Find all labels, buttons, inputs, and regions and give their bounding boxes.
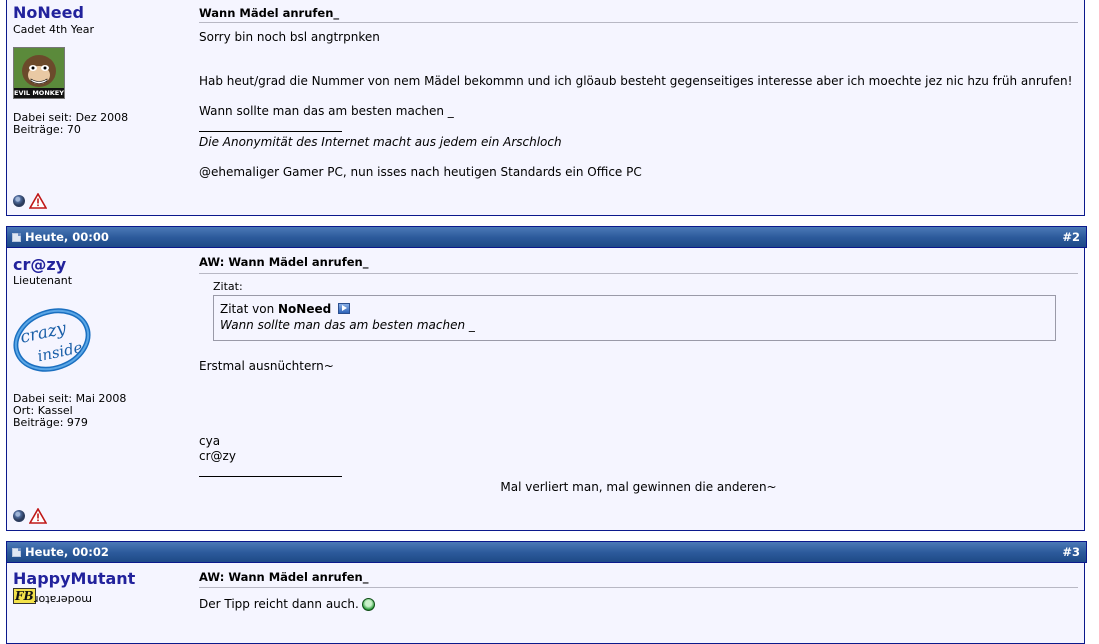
post-line-1: Der Tipp reicht dann auch. xyxy=(199,597,375,611)
post-line-3: cr@zy xyxy=(199,449,236,463)
user-rank: Cadet 4th Year xyxy=(13,23,95,36)
crazy-inside-avatar-icon: crazy inside xyxy=(9,297,93,381)
rank-badge: FB xyxy=(13,588,36,605)
post-date: Heute, 00:02 xyxy=(25,545,109,559)
quote-label: Zitat: xyxy=(213,280,243,293)
post-line-2: Hab heut/grad die Nummer von nem Mädel b… xyxy=(199,74,1073,88)
title-divider xyxy=(199,273,1078,274)
user-meta: Dabei seit: Dez 2008 Beiträge: 70 xyxy=(13,112,128,136)
post-count: Beiträge: 70 xyxy=(13,123,81,136)
post-title: AW: Wann Mädel anrufen_ xyxy=(199,570,369,584)
post-2-header: Heute, 00:00 #2 xyxy=(6,226,1087,248)
post-number-link[interactable]: #3 xyxy=(1062,545,1080,559)
post-doc-icon xyxy=(12,233,21,242)
post-1-userinfo: NoNeed Cadet 4th Year EVIL MONKEY Dabei … xyxy=(7,0,193,215)
quote-text: Wann sollte man das am besten machen _ xyxy=(220,318,475,332)
post-3-content: AW: Wann Mädel anrufen_ Der Tipp reicht … xyxy=(193,563,1084,643)
post-title: Wann Mädel anrufen_ xyxy=(199,6,340,20)
offline-status-icon xyxy=(13,510,25,522)
post-number-link[interactable]: #2 xyxy=(1062,230,1080,244)
fb-badge-icon: FB xyxy=(13,588,36,604)
post-line-2: cya xyxy=(199,434,221,448)
avatar-label: EVIL MONKEY xyxy=(14,89,64,97)
post-2-userinfo: cr@zy Lieutenant crazy inside Dabei seit… xyxy=(7,248,193,530)
post-3-userinfo: HappyMutant FB moderator xyxy=(7,563,193,643)
post-text: Der Tipp reicht dann auch. xyxy=(199,597,359,611)
signature-divider xyxy=(199,131,342,132)
avatar[interactable]: crazy inside xyxy=(9,297,93,381)
signature-line-1: Mal verliert man, mal gewinnen die ander… xyxy=(500,480,777,494)
quote-box: Zitat von NoNeed Wann sollte man das am … xyxy=(213,295,1056,341)
post-title: AW: Wann Mädel anrufen_ xyxy=(199,255,369,269)
username[interactable]: NoNeed xyxy=(13,3,84,22)
user-rank: moderator xyxy=(34,593,93,606)
post-count: Beiträge: 979 xyxy=(13,416,88,429)
post-3: HappyMutant FB moderator AW: Wann Mädel … xyxy=(6,563,1085,644)
post-2: cr@zy Lieutenant crazy inside Dabei seit… xyxy=(6,248,1085,531)
user-meta: Dabei seit: Mai 2008 Ort: Kassel Beiträg… xyxy=(13,393,126,429)
report-warning-icon[interactable] xyxy=(29,193,47,209)
signature-line-1: Die Anonymität des Internet macht aus je… xyxy=(199,135,562,149)
avatar[interactable]: EVIL MONKEY xyxy=(13,47,65,99)
grin-smiley-icon xyxy=(361,598,375,611)
username[interactable]: HappyMutant xyxy=(13,569,135,588)
post-2-content: AW: Wann Mädel anrufen_ Zitat: Zitat von… xyxy=(193,248,1084,530)
signature-divider xyxy=(199,476,342,477)
user-rank: Lieutenant xyxy=(13,274,73,287)
post-3-header: Heute, 00:02 #3 xyxy=(6,541,1087,563)
username[interactable]: cr@zy xyxy=(13,255,66,274)
post-1: NoNeed Cadet 4th Year EVIL MONKEY Dabei … xyxy=(6,0,1085,216)
post-date: Heute, 00:00 xyxy=(25,230,109,244)
post-1-content: Wann Mädel anrufen_ Sorry bin noch bsl a… xyxy=(193,0,1084,215)
report-warning-icon[interactable] xyxy=(29,508,47,524)
quote-block: Zitat: Zitat von NoNeed Wann sollte man … xyxy=(213,280,1056,341)
title-divider xyxy=(199,22,1078,23)
title-divider xyxy=(199,587,1078,588)
quote-attribution: Zitat von NoNeed xyxy=(220,302,351,316)
post-line-1: Sorry bin noch bsl angtrpnken xyxy=(199,30,380,44)
post-doc-icon xyxy=(12,548,21,557)
signature-line-2: @ehemaliger Gamer PC, nun isses nach heu… xyxy=(199,165,642,179)
post-line-1: Erstmal ausnüchtern~ xyxy=(199,359,334,373)
quote-by-prefix: Zitat von xyxy=(220,302,275,316)
offline-status-icon xyxy=(13,195,25,207)
post-line-3: Wann sollte man das am besten machen _ xyxy=(199,104,454,118)
view-post-arrow-icon[interactable] xyxy=(338,303,351,314)
quote-author: NoNeed xyxy=(278,302,332,316)
